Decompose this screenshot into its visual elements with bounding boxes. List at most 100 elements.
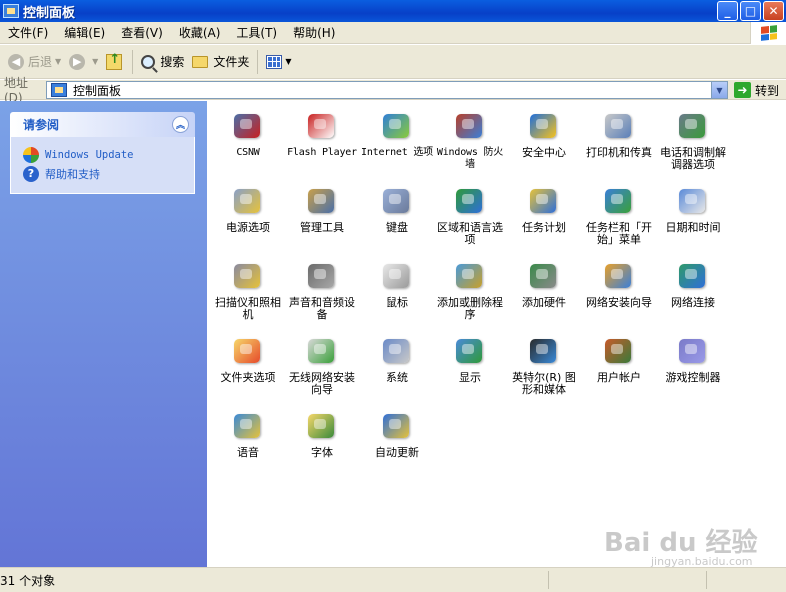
folder-options-icon — [231, 334, 265, 368]
control-panel-item[interactable]: Internet 选项 — [360, 105, 434, 159]
speech-icon — [231, 409, 265, 443]
minimize-button[interactable]: _ — [717, 1, 738, 21]
control-panel-item[interactable]: 日期和时间 — [656, 180, 730, 234]
see-also-header[interactable]: 请参阅 ︽ — [10, 112, 195, 137]
control-panel-item[interactable]: 网络安装向导 — [582, 255, 656, 309]
network-wizard-icon — [602, 259, 636, 293]
control-panel-item-label: Flash Player — [287, 147, 357, 158]
control-panel-item-label: 网络安装向导 — [586, 296, 652, 309]
phone-modem-icon — [676, 109, 710, 143]
control-panel-item[interactable]: 打印机和传真 — [582, 105, 656, 159]
see-also-body: Windows Update ? 帮助和支持 — [10, 137, 195, 194]
menu-edit[interactable]: 编辑(E) — [56, 22, 113, 44]
toolbar-separator — [257, 49, 259, 74]
back-button[interactable]: ◀ 后退 ▼ — [4, 48, 65, 76]
control-panel-item[interactable]: 语音 — [211, 405, 285, 459]
control-panel-item[interactable]: 管理工具 — [285, 180, 359, 234]
status-divider — [706, 571, 707, 589]
go-label: 转到 — [755, 83, 780, 98]
control-panel-item-label: 添加或删除程序 — [437, 296, 503, 321]
power-options-icon — [231, 184, 265, 218]
system-icon — [380, 334, 414, 368]
control-panel-item[interactable]: 区域和语言选项 — [433, 180, 507, 246]
control-panel-item[interactable]: 电话和调制解调器选项 — [656, 105, 730, 171]
printer-icon — [602, 109, 636, 143]
maximize-button[interactable]: □ — [740, 1, 761, 21]
game-controller-icon — [676, 334, 710, 368]
menu-help[interactable]: 帮助(H) — [285, 22, 343, 44]
control-panel-item[interactable]: 自动更新 — [360, 405, 434, 459]
control-panel-item-label: 网络连接 — [671, 296, 715, 309]
menu-file[interactable]: 文件(F) — [0, 22, 56, 44]
forward-arrow-icon: ▶ — [69, 53, 86, 70]
help-support-link[interactable]: ? 帮助和支持 — [23, 164, 194, 183]
control-panel-item[interactable]: 任务栏和「开始」菜单 — [582, 180, 656, 246]
control-panel-item[interactable]: 无线网络安装向导 — [285, 330, 359, 396]
control-panel-item-label: 用户帐户 — [597, 371, 641, 384]
control-panel-item[interactable]: 游戏控制器 — [656, 330, 730, 384]
wireless-wizard-icon — [305, 334, 339, 368]
folder-icon — [192, 55, 209, 68]
control-panel-item-label: 打印机和传真 — [586, 146, 652, 159]
go-button[interactable]: ➜ 转到 — [734, 81, 779, 99]
help-icon: ? — [23, 165, 39, 182]
control-panel-item[interactable]: 系统 — [360, 330, 434, 384]
address-value: 控制面板 — [73, 83, 122, 98]
control-panel-item[interactable]: 用户帐户 — [582, 330, 656, 384]
toolbar-separator — [132, 49, 134, 74]
menu-tools[interactable]: 工具(T) — [228, 22, 285, 44]
internet-options-icon — [380, 109, 414, 143]
control-panel-item[interactable]: 添加或删除程序 — [433, 255, 507, 321]
status-text: 31 个对象 — [0, 573, 56, 588]
scanner-camera-icon — [231, 259, 265, 293]
add-hardware-icon — [527, 259, 561, 293]
folders-button[interactable]: 文件夹 — [188, 48, 253, 76]
close-button[interactable]: ✕ — [763, 1, 784, 21]
control-panel-item-label: 声音和音频设备 — [289, 296, 355, 321]
collapse-chevron-icon[interactable]: ︽ — [172, 116, 189, 133]
control-panel-item-label: 任务栏和「开始」菜单 — [586, 221, 652, 246]
firewall-icon — [453, 109, 487, 143]
windows-update-link[interactable]: Windows Update — [23, 145, 194, 164]
control-panel-item[interactable]: 英特尔(R) 图形和媒体 — [507, 330, 581, 396]
control-panel-item-label: 添加硬件 — [522, 296, 566, 309]
control-panel-item[interactable]: 网络连接 — [656, 255, 730, 309]
back-label: 后退 — [28, 55, 53, 69]
control-panel-item[interactable]: 添加硬件 — [507, 255, 581, 309]
search-icon — [141, 54, 156, 69]
menu-favorites[interactable]: 收藏(A) — [171, 22, 229, 44]
address-field[interactable]: 控制面板 ▼ — [46, 81, 728, 99]
windows-update-label: Windows Update — [45, 148, 134, 161]
help-support-label: 帮助和支持 — [45, 167, 100, 181]
scheduled-tasks-icon — [527, 184, 561, 218]
control-panel-item-label: CSNW — [236, 147, 260, 158]
keyboard-icon — [380, 184, 414, 218]
control-panel-item[interactable]: 任务计划 — [507, 180, 581, 234]
control-panel-item-label: 字体 — [311, 446, 333, 459]
control-panel-item[interactable]: 文件夹选项 — [211, 330, 285, 384]
control-panel-item[interactable]: 键盘 — [360, 180, 434, 234]
up-button[interactable] — [102, 48, 128, 76]
forward-button[interactable]: ▶ ▼ — [65, 48, 102, 76]
control-panel-item[interactable]: Windows 防火墙 — [433, 105, 507, 171]
views-dropdown-icon: ▼ — [285, 57, 292, 66]
display-icon — [453, 334, 487, 368]
taskbar-icon — [602, 184, 636, 218]
control-panel-item[interactable]: 字体 — [285, 405, 359, 459]
control-panel-item[interactable]: 扫描仪和照相机 — [211, 255, 285, 321]
views-button[interactable]: ▼ — [262, 48, 295, 76]
control-panel-item[interactable]: Flash Player — [285, 105, 359, 159]
control-panel-item[interactable]: 安全中心 — [507, 105, 581, 159]
address-dropdown-icon[interactable]: ▼ — [711, 82, 727, 98]
control-panel-item[interactable]: 显示 — [433, 330, 507, 384]
control-panel-item[interactable]: CSNW — [211, 105, 285, 159]
menu-view[interactable]: 查看(V) — [113, 22, 171, 44]
control-panel-items: CSNW Flash Player Internet 选项 Windows 防火墙 安全… — [207, 101, 786, 567]
fonts-icon — [305, 409, 339, 443]
control-panel-item[interactable]: 声音和音频设备 — [285, 255, 359, 321]
control-panel-item-label: 游戏控制器 — [665, 371, 721, 384]
search-button[interactable]: 搜索 — [137, 48, 188, 76]
control-panel-item[interactable]: 电源选项 — [211, 180, 285, 234]
control-panel-item[interactable]: 鼠标 — [360, 255, 434, 309]
control-panel-item-label: 键盘 — [386, 221, 408, 234]
